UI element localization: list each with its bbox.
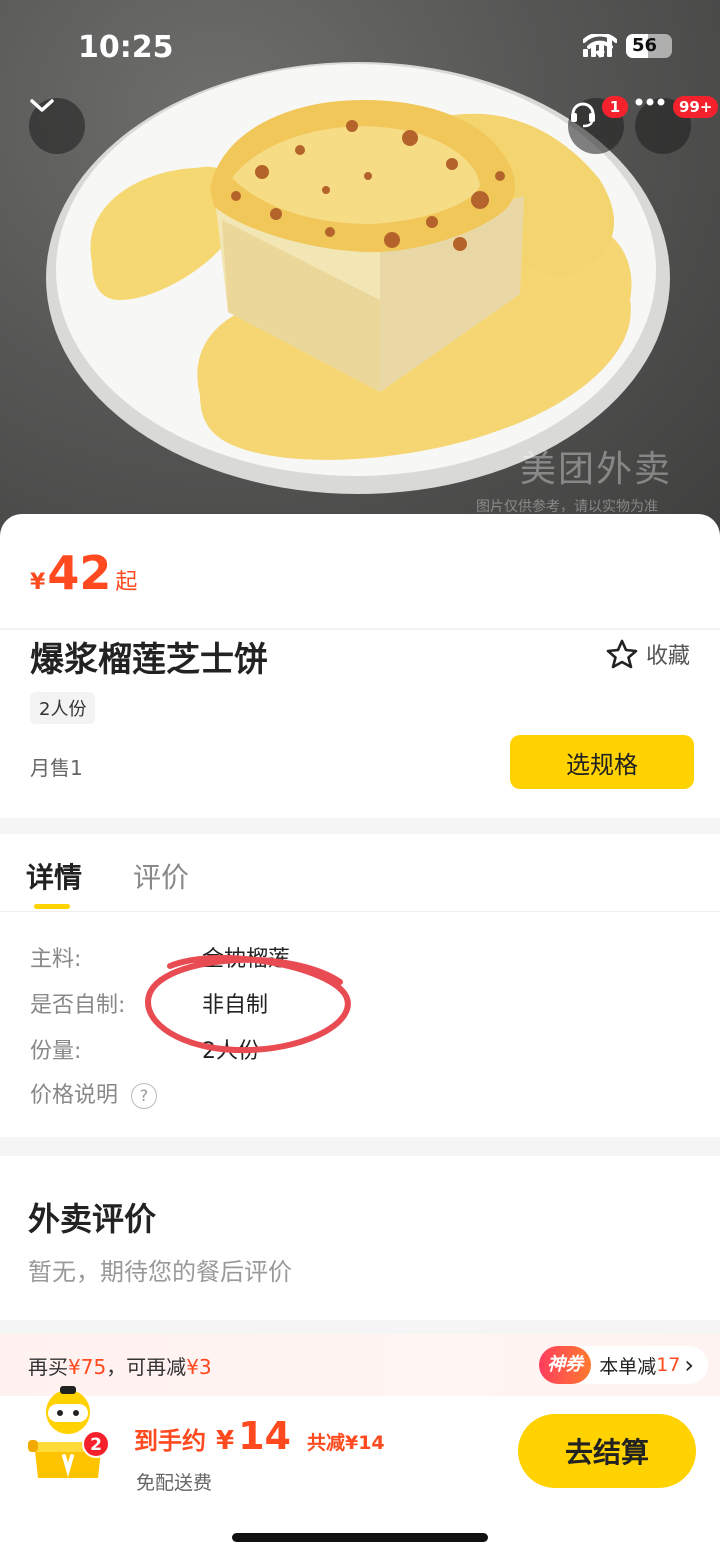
delivery-fee: 免配送费 (136, 1472, 213, 1494)
total-currency: ¥ (216, 1426, 235, 1456)
tab-bar: 详情 评价 (0, 834, 720, 912)
promo-prefix: 再买 (28, 1355, 68, 1379)
select-spec-button[interactable]: 选规格 (510, 735, 694, 789)
price: ¥ 42 起 (30, 546, 137, 600)
wifi-icon (583, 34, 617, 58)
tab-indicator (34, 904, 70, 909)
section-gap (0, 818, 720, 834)
price-currency: ¥ (30, 570, 46, 595)
watermark: 美团外卖 图片仅供参考，请以实物为准 (476, 440, 672, 516)
tab-details[interactable]: 详情 (26, 856, 82, 896)
reviews-empty-text: 暂无，期待您的餐后评价 (28, 1258, 292, 1286)
divider (0, 628, 720, 630)
shenquan-badge: 神券 (539, 1346, 592, 1384)
cart-count-badge: 2 (82, 1430, 110, 1458)
more-dots-icon (635, 98, 665, 106)
product-title: 爆浆榴莲芝士饼 (30, 640, 268, 680)
more-badge: 99+ (673, 96, 719, 118)
reviews-section: 外卖评价 暂无，期待您的餐后评价 (0, 1156, 720, 1320)
checkout-button[interactable]: 去结算 (518, 1414, 696, 1488)
more-button[interactable]: 99+ (635, 96, 719, 154)
product-info-card: ¥ 42 起 爆浆榴莲芝士饼 收藏 2人份 月售1 选规格 (0, 514, 720, 818)
product-image[interactable]: 美团外卖 图片仅供参考，请以实物为准 10:25 56 1 99+ (0, 0, 720, 560)
monthly-sales: 月售1 (30, 756, 83, 780)
total-saved: 共减¥14 (306, 1432, 385, 1454)
portion-tag: 2人份 (30, 692, 96, 724)
help-icon[interactable]: ? (131, 1083, 158, 1109)
service-badge: 1 (602, 96, 628, 118)
detail-row-ingredient: 主料: 金枕榴莲 (30, 941, 290, 973)
favorite-label: 收藏 (645, 644, 690, 669)
section-gap (0, 1320, 720, 1334)
status-icons: 56 (583, 34, 672, 58)
status-bar: 10:25 56 (0, 0, 720, 96)
detail-row-portion: 份量: 2人份 (30, 1033, 260, 1065)
watermark-brand: 美团外卖 (520, 449, 673, 490)
tab-reviews[interactable]: 评价 (133, 856, 189, 896)
promo-text: 再买¥75，可再减¥3 (28, 1351, 212, 1380)
detail-label: 是否自制: (30, 993, 126, 1018)
details-section: 主料: 金枕榴莲 是否自制: 非自制 份量: 2人份 价格说明 ? (0, 913, 720, 1137)
chevron-down-icon (30, 99, 54, 112)
promo-amount-more: ¥75 (68, 1355, 107, 1379)
reviews-title: 外卖评价 (28, 1200, 157, 1238)
price-suffix: 起 (115, 570, 138, 595)
customer-service-icon (571, 102, 595, 128)
cart-button[interactable]: 2 (24, 1382, 112, 1498)
collapse-button[interactable] (29, 98, 85, 154)
price-value: 42 (47, 546, 112, 600)
battery-level: 56 (632, 35, 658, 56)
price-note-label: 价格说明 (30, 1083, 119, 1108)
red-circle-annotation (144, 954, 351, 1054)
watermark-disclaimer: 图片仅供参考，请以实物为准 (476, 499, 658, 515)
home-indicator[interactable] (232, 1533, 488, 1542)
promo-amount-off: ¥3 (186, 1355, 212, 1379)
customer-service-button[interactable]: 1 (568, 96, 628, 154)
detail-label: 份量: (30, 1039, 82, 1064)
detail-row-homemade: 是否自制: 非自制 (30, 987, 268, 1019)
detail-label: 主料: (30, 947, 82, 972)
cart-total: 到手约 ¥ 14 共减¥14 (134, 1414, 385, 1458)
order-discount-value: 17 (656, 1354, 681, 1376)
star-icon (606, 639, 638, 669)
battery-icon: 56 (626, 34, 672, 58)
price-note[interactable]: 价格说明 ? (30, 1077, 158, 1109)
total-value: 14 (238, 1414, 291, 1458)
chevron-right-icon: › (684, 1351, 694, 1379)
section-gap (0, 1137, 720, 1156)
order-discount-label: 本单减 (599, 1355, 657, 1378)
promo-middle: ，可再减 (106, 1355, 187, 1379)
total-label: 到手约 (134, 1427, 206, 1455)
favorite-button[interactable]: 收藏 (606, 638, 690, 670)
coupon-pill[interactable]: 神券 本单减 17 › (539, 1346, 708, 1384)
status-time: 10:25 (78, 30, 174, 65)
